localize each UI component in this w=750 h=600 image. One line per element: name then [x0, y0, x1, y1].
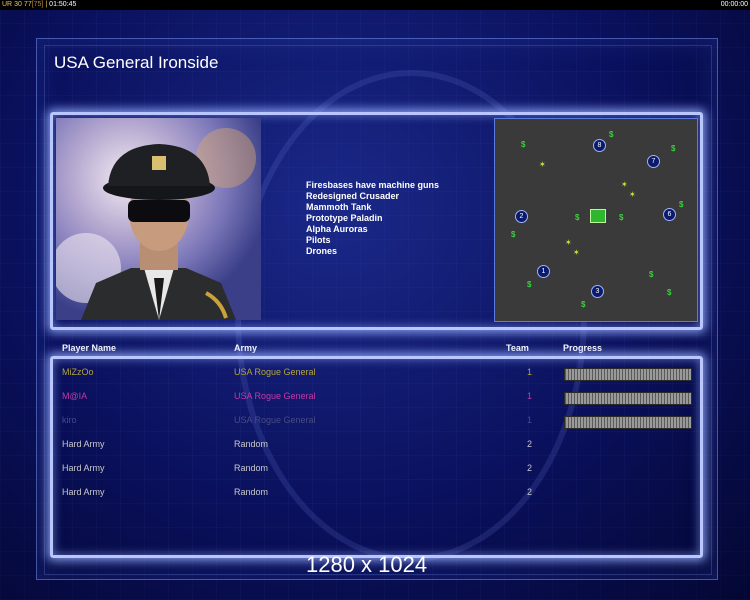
tree-icon: ✶ [621, 180, 628, 189]
player-progress-bar [564, 416, 692, 429]
player-progress-bar [564, 392, 692, 405]
top-status-bar: UR 30 77[75] | 01:50:45 00:00:00 [0, 0, 750, 10]
center-base-icon [590, 209, 606, 223]
column-header-player: Player Name [62, 343, 117, 353]
general-portrait [56, 118, 261, 320]
status-seg-3: 77 [23, 1, 32, 8]
player-army: USA Rogue General [234, 391, 316, 401]
player-team: 2 [526, 439, 532, 449]
player-team: 1 [526, 391, 532, 401]
supply-icon: $ [527, 280, 532, 289]
feature-item: Alpha Auroras [306, 224, 368, 234]
player-army: USA Rogue General [234, 367, 316, 377]
player-row[interactable]: MiZzOo USA Rogue General 1 [62, 367, 692, 381]
supply-icon: $ [649, 270, 654, 279]
column-header-team: Team [506, 343, 529, 353]
status-seg-2: 30 [14, 1, 22, 8]
supply-icon: $ [609, 130, 614, 139]
player-name: Hard Army [62, 487, 105, 497]
player-progress-bar [564, 368, 692, 381]
minimap[interactable]: 8 7 2 6 1 3 $ $ $ $ $ $ $ $ $ $ $ ✶ ✶ ✶ … [494, 118, 698, 322]
resolution-label: 1280 x 1024 [306, 552, 428, 577]
player-army: Random [234, 487, 269, 497]
start-position-8[interactable]: 8 [593, 139, 606, 152]
supply-icon: $ [575, 213, 580, 222]
status-left: UR 30 77[75] | 01:50:45 [2, 1, 77, 8]
player-row[interactable]: Hard Army Random 2 [62, 487, 682, 501]
general-features-list: Firesbases have machine guns Redesigned … [306, 180, 439, 257]
start-position-7[interactable]: 7 [647, 155, 660, 168]
feature-item: Redesigned Crusader [306, 191, 400, 201]
supply-icon: $ [671, 144, 676, 153]
player-team: 2 [526, 463, 532, 473]
supply-icon: $ [521, 140, 526, 149]
supply-icon: $ [619, 213, 624, 222]
feature-item: Pilots [306, 235, 331, 245]
player-row[interactable]: M@IA USA Rogue General 1 [62, 391, 692, 405]
tree-icon: ✶ [539, 160, 546, 169]
tree-icon: ✶ [565, 238, 572, 247]
player-name: MiZzOo [62, 367, 94, 377]
start-position-6[interactable]: 6 [663, 208, 676, 221]
player-row[interactable]: kiro USA Rogue General 1 [62, 415, 692, 429]
player-army: Random [234, 463, 269, 473]
status-seg-4: [75] [31, 1, 44, 8]
player-team: 1 [526, 415, 532, 425]
feature-item: Drones [306, 246, 338, 256]
start-position-3[interactable]: 3 [591, 285, 604, 298]
column-header-army: Army [234, 343, 258, 353]
start-position-1[interactable]: 1 [537, 265, 550, 278]
feature-item: Prototype Paladin [306, 213, 383, 223]
player-army: Random [234, 439, 269, 449]
status-clock: 01:50:45 [49, 1, 77, 8]
player-name: Hard Army [62, 463, 105, 473]
players-list-panel [50, 356, 703, 558]
feature-item: Firesbases have machine guns [306, 180, 440, 190]
player-row[interactable]: Hard Army Random 2 [62, 463, 682, 477]
supply-icon: $ [511, 230, 516, 239]
page-title: USA General Ironside [54, 53, 219, 72]
player-row[interactable]: Hard Army Random 2 [62, 439, 682, 453]
supply-icon: $ [581, 300, 586, 309]
player-name: Hard Army [62, 439, 105, 449]
status-right-clock: 00:00:00 [720, 1, 748, 8]
column-header-progress: Progress [563, 343, 603, 353]
tree-icon: ✶ [573, 248, 580, 257]
supply-icon: $ [667, 288, 672, 297]
player-team: 1 [526, 367, 532, 377]
player-team: 2 [526, 487, 532, 497]
player-name: M@IA [62, 391, 88, 401]
player-army: USA Rogue General [234, 415, 316, 425]
tree-icon: ✶ [629, 190, 636, 199]
start-position-2[interactable]: 2 [515, 210, 528, 223]
status-seg-1: UR [2, 1, 13, 8]
player-name: kiro [62, 415, 77, 425]
supply-icon: $ [679, 200, 684, 209]
general-portrait-image [56, 118, 261, 320]
feature-item: Mammoth Tank [306, 202, 372, 212]
